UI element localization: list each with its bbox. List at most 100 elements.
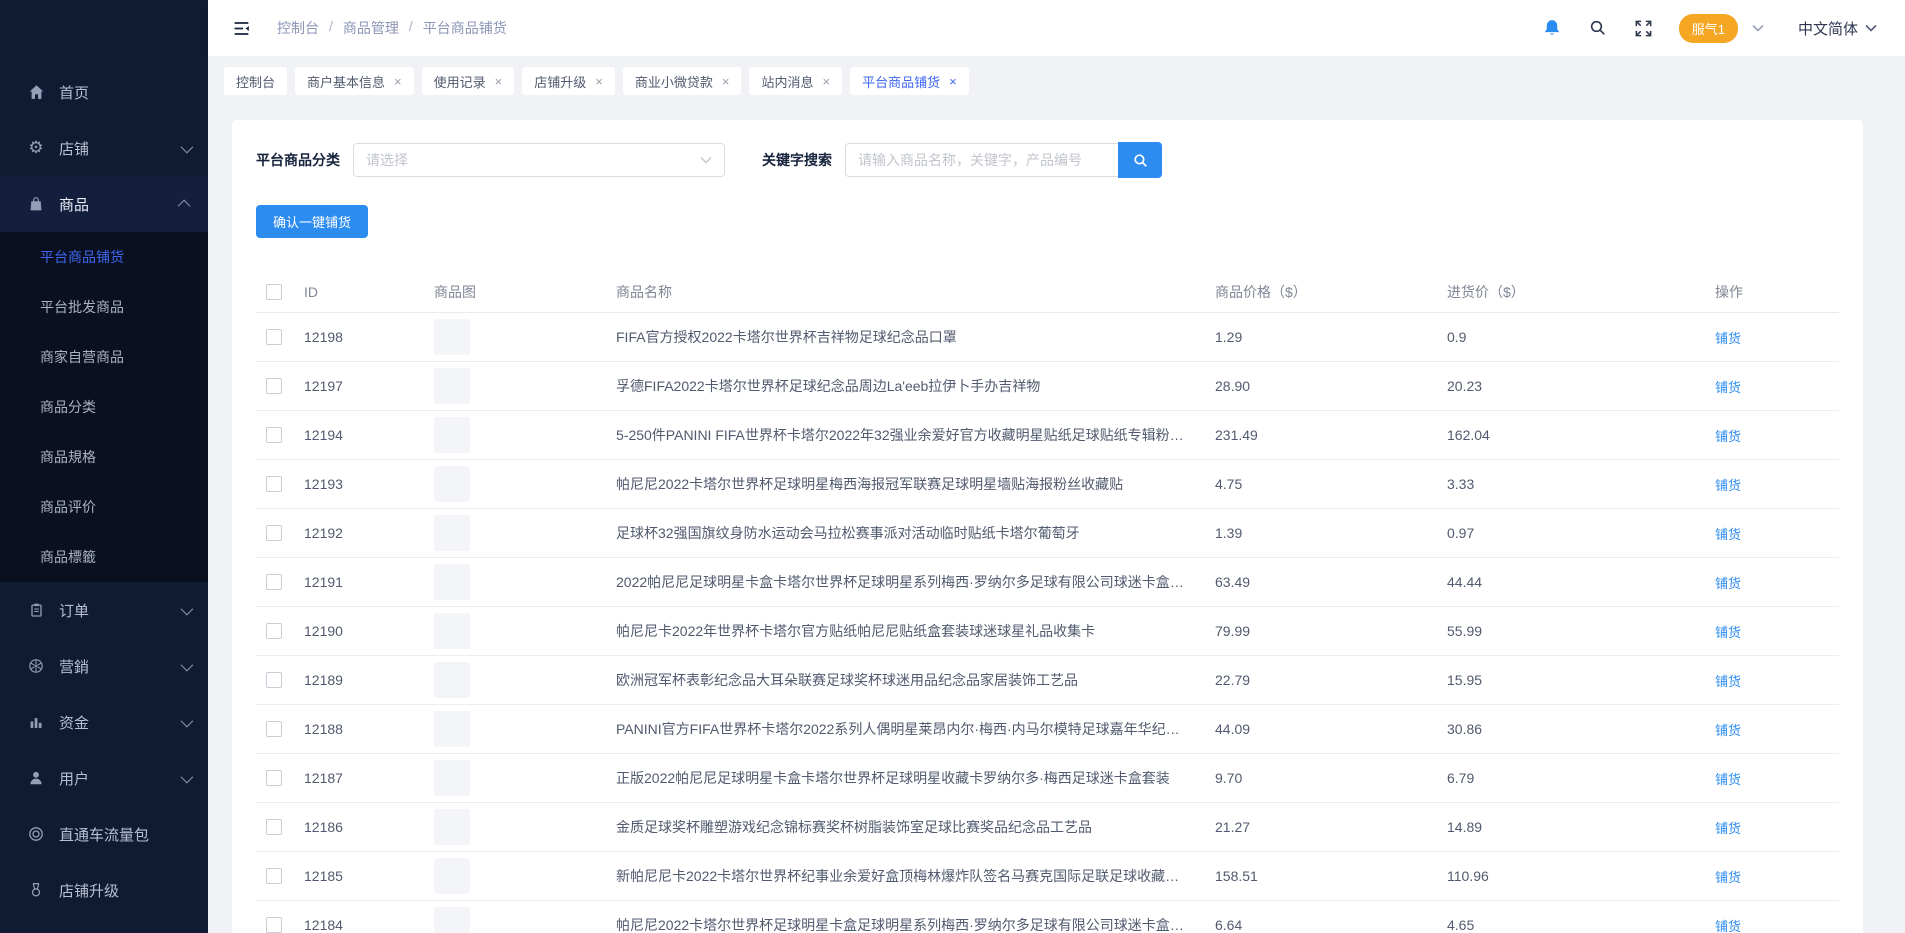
- product-image-cell: [434, 760, 616, 796]
- row-checkbox[interactable]: [266, 868, 282, 884]
- sidebar-subitem[interactable]: 平台批发商品: [0, 282, 208, 332]
- distribute-link[interactable]: 铺货: [1715, 821, 1741, 836]
- sidebar-subitem[interactable]: 商品規格: [0, 432, 208, 482]
- product-image-placeholder: [434, 417, 470, 453]
- notifications-bell-icon[interactable]: [1542, 18, 1562, 38]
- row-checkbox[interactable]: [266, 819, 282, 835]
- row-checkbox[interactable]: [266, 672, 282, 688]
- distribute-link[interactable]: 铺货: [1715, 625, 1741, 640]
- tab-close-icon[interactable]: ×: [495, 75, 503, 88]
- search-icon[interactable]: [1588, 18, 1608, 38]
- sidebar-item-bullseye[interactable]: 直通车流量包: [0, 806, 208, 862]
- product-name: 帕尼尼2022卡塔尔世界杯足球明星梅西海报冠军联赛足球明星墙贴海报粉丝收藏贴: [616, 474, 1215, 494]
- home-icon: [26, 84, 46, 101]
- sidebar-subitem[interactable]: 商品分类: [0, 382, 208, 432]
- column-header: 商品价格（$）: [1215, 282, 1447, 302]
- sidebar-item-home[interactable]: 首页: [0, 64, 208, 120]
- sidebar-item-wheel[interactable]: 营銷: [0, 638, 208, 694]
- purchase-price: 20.23: [1447, 378, 1715, 394]
- user-menu-chevron-down-icon[interactable]: [1752, 24, 1764, 32]
- product-image-cell: [434, 368, 616, 404]
- row-checkbox[interactable]: [266, 427, 282, 443]
- distribute-link[interactable]: 铺货: [1715, 331, 1741, 346]
- table-row: 121945-250件PANINI FIFA世界杯卡塔尔2022年32强业余爱好…: [256, 411, 1839, 460]
- product-image-cell: [434, 613, 616, 649]
- sidebar-item-label: 营銷: [59, 656, 89, 677]
- tab-店铺升级[interactable]: 店铺升级×: [522, 67, 615, 95]
- row-checkbox[interactable]: [266, 476, 282, 492]
- tab-商户基本信息[interactable]: 商户基本信息×: [295, 67, 414, 95]
- sidebar-subitem[interactable]: 商品標籤: [0, 532, 208, 582]
- sidebar-subitem[interactable]: 商品评价: [0, 482, 208, 532]
- select-all-checkbox[interactable]: [266, 284, 282, 300]
- tab-商业小微贷款[interactable]: 商业小微贷款×: [623, 67, 742, 95]
- table-row: 121912022帕尼尼足球明星卡盒卡塔尔世界杯足球明星系列梅西·罗纳尔多足球有…: [256, 558, 1839, 607]
- sidebar-item-gear[interactable]: ⚙店铺: [0, 120, 208, 176]
- sidebar-subitem[interactable]: 平台商品铺货: [0, 232, 208, 282]
- confirm-bulk-distribute-button[interactable]: 确认一键铺货: [256, 205, 368, 238]
- distribute-link[interactable]: 铺货: [1715, 429, 1741, 444]
- tab-close-icon[interactable]: ×: [949, 75, 957, 88]
- distribute-link[interactable]: 铺货: [1715, 723, 1741, 738]
- search-button[interactable]: [1118, 142, 1162, 178]
- row-checkbox[interactable]: [266, 917, 282, 933]
- row-checkbox[interactable]: [266, 721, 282, 737]
- product-image-placeholder: [434, 907, 470, 933]
- menu-fold-icon[interactable]: [232, 19, 251, 38]
- row-checkbox[interactable]: [266, 525, 282, 541]
- product-image-cell: [434, 466, 616, 502]
- distribute-link[interactable]: 铺货: [1715, 576, 1741, 591]
- chevron-down-icon: [181, 144, 190, 153]
- page-content: 平台商品分类 请选择 关键字搜索 确认一键: [208, 102, 1905, 933]
- sidebar-item-medal[interactable]: 店铺升级: [0, 862, 208, 918]
- sidebar-subitem[interactable]: 商家自营商品: [0, 332, 208, 382]
- row-checkbox[interactable]: [266, 574, 282, 590]
- language-selector[interactable]: 中文简体: [1798, 18, 1877, 39]
- sidebar-item-bag[interactable]: 商品: [0, 176, 208, 232]
- category-filter-label: 平台商品分类: [256, 150, 340, 170]
- product-image-cell: [434, 319, 616, 355]
- user-badge[interactable]: 服气1: [1679, 14, 1738, 43]
- product-name: 5-250件PANINI FIFA世界杯卡塔尔2022年32强业余爱好官方收藏明…: [616, 425, 1215, 445]
- column-header: 商品名称: [616, 282, 1215, 302]
- product-id: 12192: [304, 525, 434, 541]
- tab-close-icon[interactable]: ×: [595, 75, 603, 88]
- table-row: 12192足球杯32强国旗纹身防水运动会马拉松赛事派对活动临时贴纸卡塔尔葡萄牙1…: [256, 509, 1839, 558]
- row-checkbox[interactable]: [266, 378, 282, 394]
- breadcrumb-separator: /: [409, 18, 413, 38]
- distribute-link[interactable]: 铺货: [1715, 870, 1741, 885]
- distribute-link[interactable]: 铺货: [1715, 527, 1741, 542]
- sidebar-item-user[interactable]: 用户: [0, 750, 208, 806]
- tab-close-icon[interactable]: ×: [394, 75, 402, 88]
- fullscreen-icon[interactable]: [1634, 19, 1653, 38]
- tab-close-icon[interactable]: ×: [822, 75, 830, 88]
- tab-平台商品铺货[interactable]: 平台商品铺货×: [850, 67, 969, 95]
- tab-控制台[interactable]: 控制台: [224, 67, 287, 95]
- breadcrumb-item[interactable]: 控制台: [277, 18, 319, 38]
- row-checkbox[interactable]: [266, 623, 282, 639]
- row-actions-cell: 铺货: [1715, 769, 1839, 788]
- category-select[interactable]: 请选择: [353, 143, 725, 177]
- distribute-link[interactable]: 铺货: [1715, 919, 1741, 933]
- tab-站内消息[interactable]: 站内消息×: [749, 67, 842, 95]
- distribute-link[interactable]: 铺货: [1715, 674, 1741, 689]
- product-id: 12184: [304, 917, 434, 933]
- distribute-link[interactable]: 铺货: [1715, 772, 1741, 787]
- breadcrumb-item[interactable]: 商品管理: [343, 18, 399, 38]
- keyword-search-input[interactable]: [845, 143, 1118, 177]
- product-name: 足球杯32强国旗纹身防水运动会马拉松赛事派对活动临时贴纸卡塔尔葡萄牙: [616, 523, 1215, 543]
- tab-使用记录[interactable]: 使用记录×: [422, 67, 515, 95]
- product-image-placeholder: [434, 858, 470, 894]
- breadcrumb-item[interactable]: 平台商品铺货: [423, 18, 507, 38]
- sidebar-item-bar-chart[interactable]: 资金: [0, 694, 208, 750]
- tab-close-icon[interactable]: ×: [722, 75, 730, 88]
- row-checkbox[interactable]: [266, 770, 282, 786]
- distribute-link[interactable]: 铺货: [1715, 380, 1741, 395]
- product-name: 2022帕尼尼足球明星卡盒卡塔尔世界杯足球明星系列梅西·罗纳尔多足球有限公司球迷…: [616, 572, 1215, 592]
- row-checkbox[interactable]: [266, 329, 282, 345]
- product-name: 欧洲冠军杯表彰纪念品大耳朵联赛足球奖杯球迷用品纪念品家居装饰工艺品: [616, 670, 1215, 690]
- sidebar-item-clipboard[interactable]: 订单: [0, 582, 208, 638]
- breadcrumb: 控制台/商品管理/平台商品铺货: [277, 18, 507, 38]
- distribute-link[interactable]: 铺货: [1715, 478, 1741, 493]
- product-price: 231.49: [1215, 427, 1447, 443]
